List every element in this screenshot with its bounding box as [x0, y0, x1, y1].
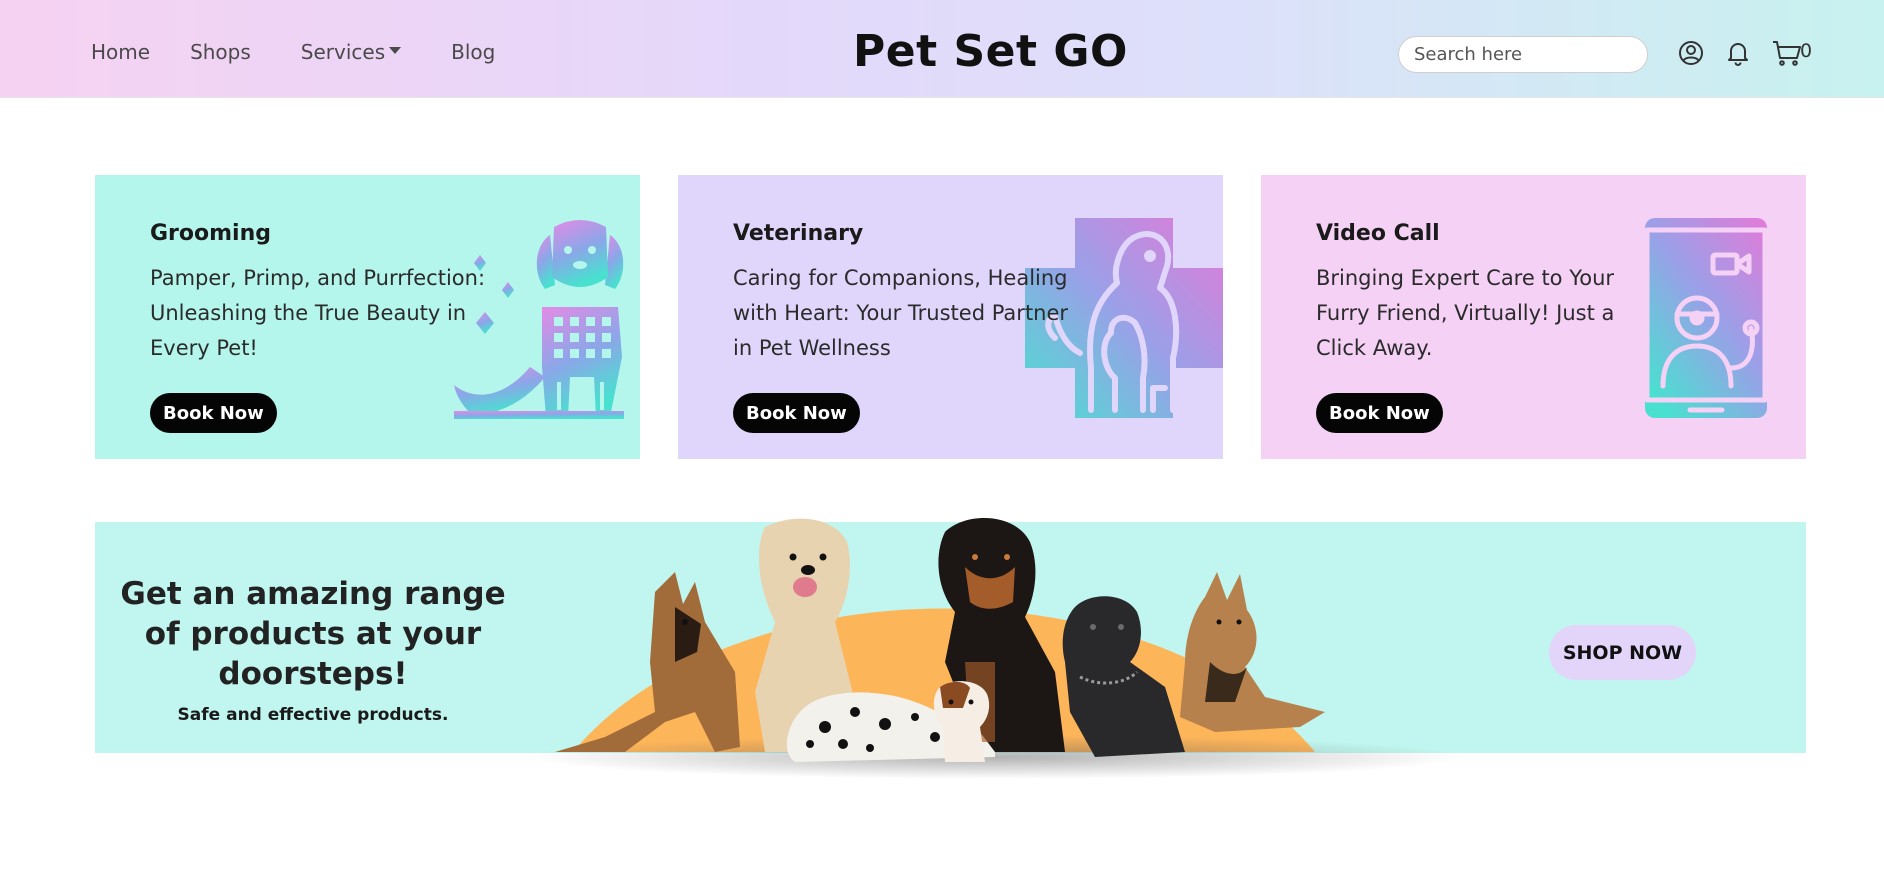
dogs-group-image	[525, 518, 1465, 779]
card-description: Caring for Companions, Healing with Hear…	[733, 266, 1069, 360]
card-description: Pamper, Primp, and Purrfection: Unleashi…	[150, 266, 486, 360]
notification-bell-icon[interactable]	[1725, 40, 1751, 66]
book-now-button[interactable]: Book Now	[150, 393, 277, 433]
navbar: Home Shops Services Blog Pet Set GO 0	[0, 0, 1884, 98]
nav-link-services[interactable]: Services	[300, 40, 402, 64]
shopping-cart-icon[interactable]	[1772, 40, 1802, 66]
card-title: Video Call	[1316, 221, 1440, 246]
dog-grooming-icon	[454, 220, 624, 419]
service-card-veterinary: Veterinary Caring for Companions, Healin…	[678, 175, 1223, 459]
card-title: Veterinary	[733, 221, 864, 246]
dog-german-shepherd-left	[555, 572, 740, 752]
main-nav: Home Shops Services Blog	[91, 40, 495, 64]
card-description: Bringing Expert Care to Your Furry Frien…	[1316, 266, 1615, 360]
search-input[interactable]	[1398, 36, 1648, 73]
book-now-button[interactable]: Book Now	[733, 393, 860, 433]
service-card-grooming: Grooming Pamper, Primp, and Purrfection:…	[95, 175, 640, 459]
promo-headline: Get an amazing range of products at your…	[120, 576, 506, 692]
promo-subtext: Safe and effective products.	[177, 705, 449, 725]
card-title: Grooming	[150, 221, 272, 246]
user-account-icon[interactable]	[1678, 40, 1704, 66]
shop-now-button[interactable]: SHOP NOW	[1549, 625, 1696, 680]
nav-link-blog[interactable]: Blog	[451, 40, 495, 64]
nav-link-shops[interactable]: Shops	[190, 40, 251, 64]
nav-link-home[interactable]: Home	[91, 40, 150, 64]
brand-logo[interactable]: Pet Set GO	[853, 26, 1128, 77]
cart-count-badge: 0	[1800, 40, 1813, 62]
nav-link-services-label: Services	[300, 40, 386, 64]
video-call-phone-icon	[1645, 218, 1768, 418]
service-card-video-call: Video Call Bringing Expert Care to Your …	[1261, 175, 1806, 459]
book-now-button[interactable]: Book Now	[1316, 393, 1443, 433]
caret-down-icon	[389, 46, 402, 54]
dog-german-shepherd-right	[1180, 572, 1325, 732]
